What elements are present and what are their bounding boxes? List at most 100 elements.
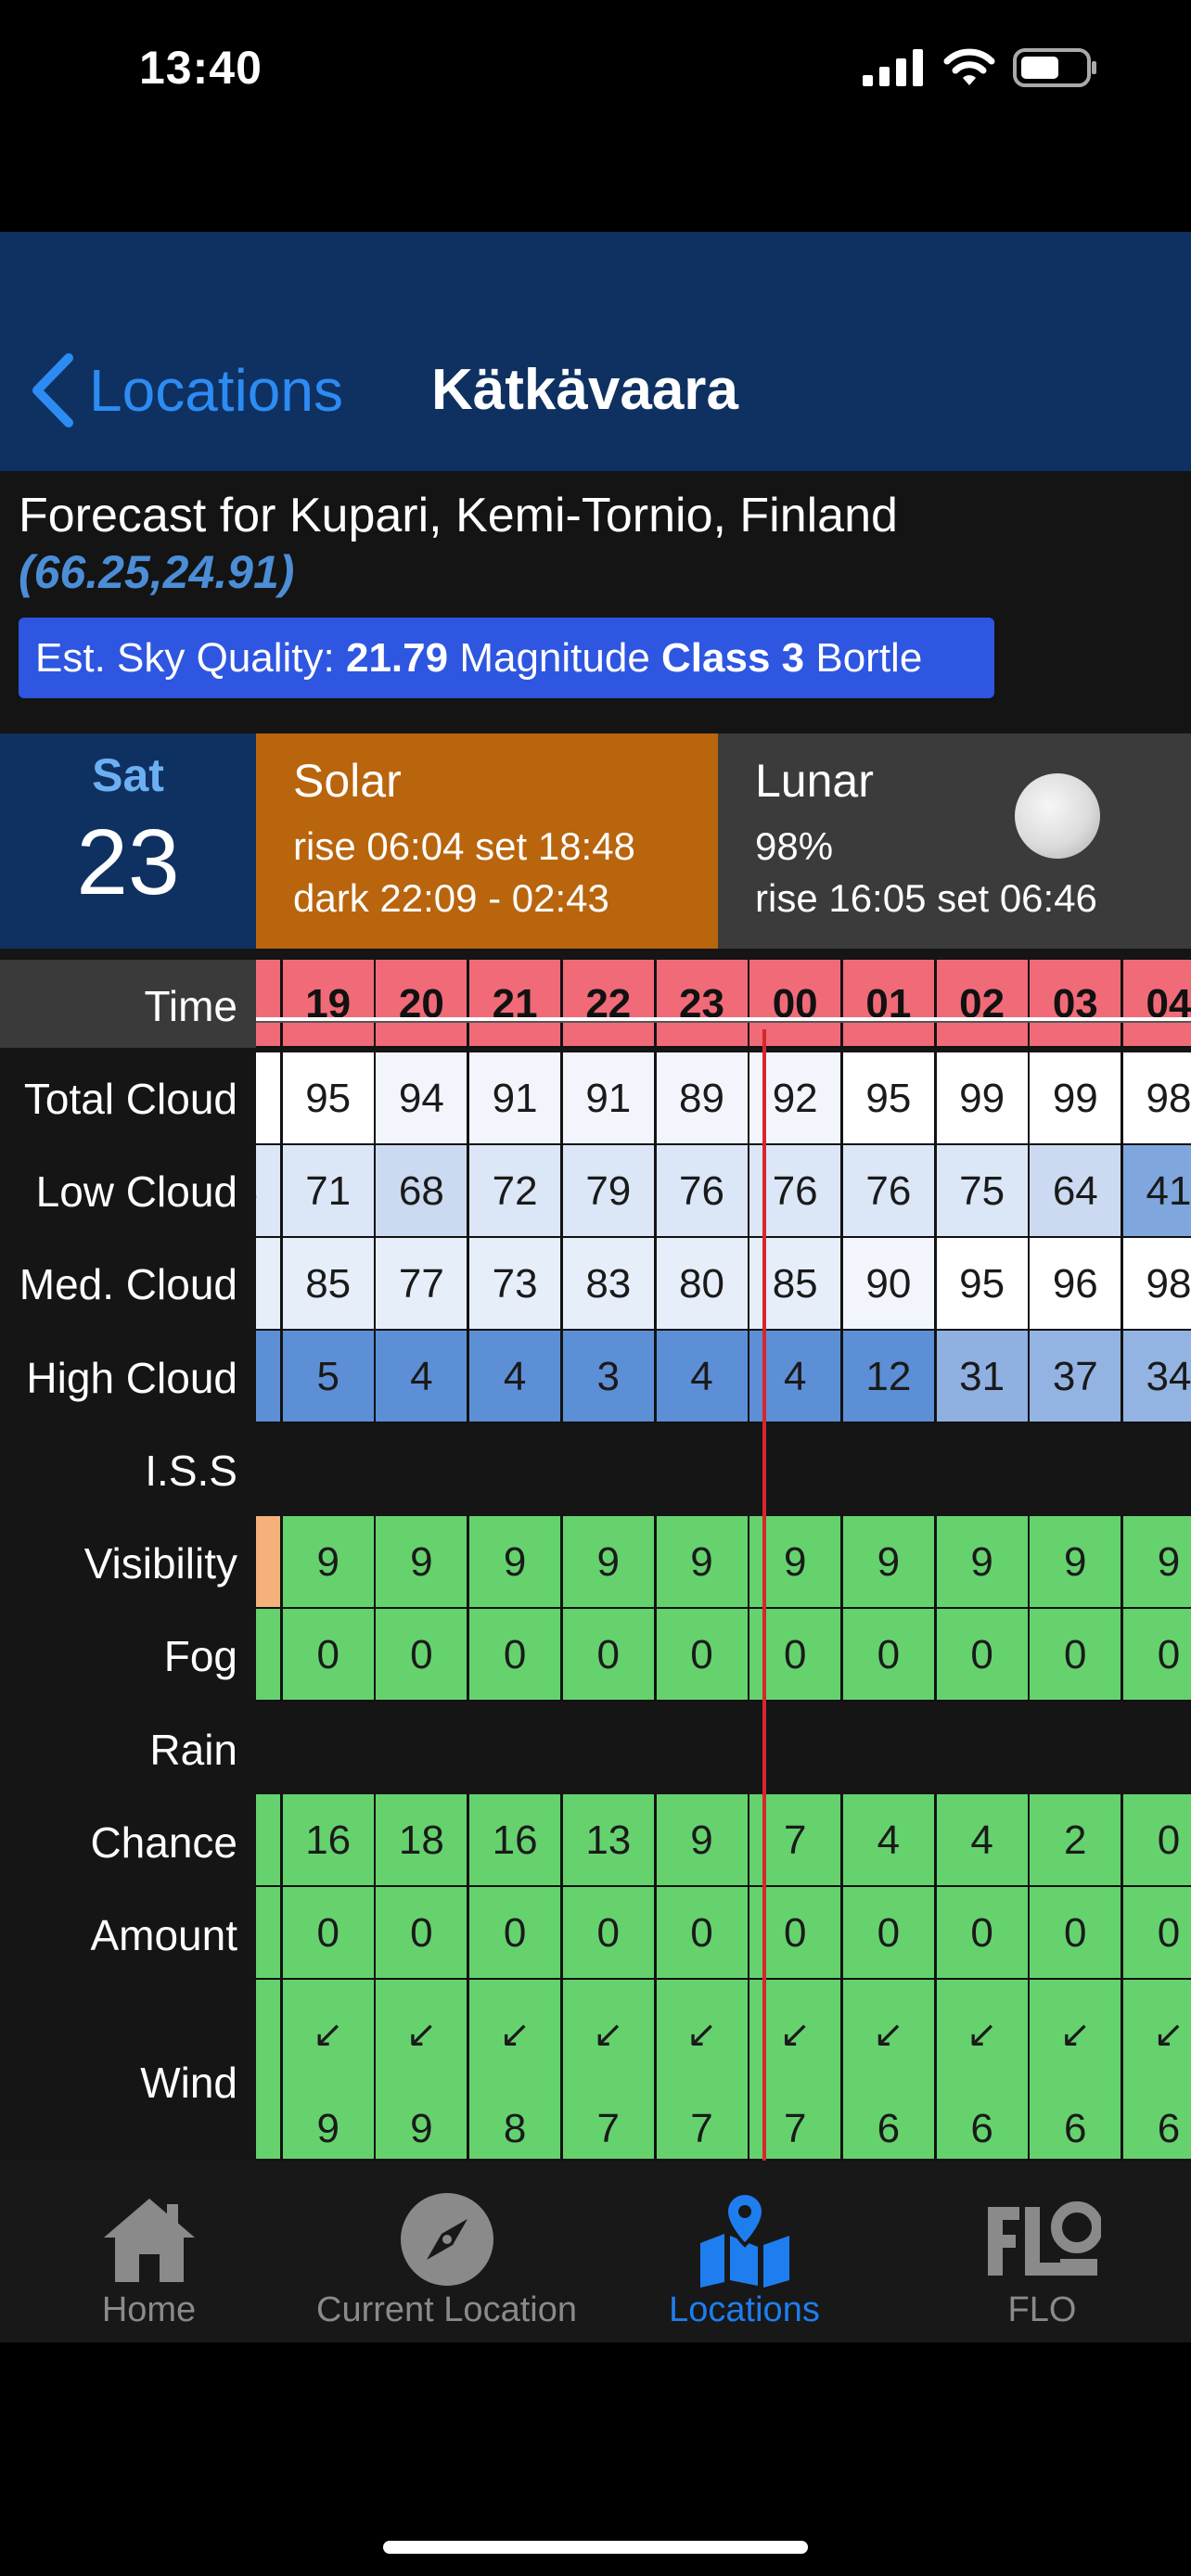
wind-speed: 6 — [877, 2106, 901, 2151]
tab-flo[interactable]: FLO — [893, 2161, 1191, 2342]
amount-cell: 0 — [1030, 1887, 1123, 1980]
back-label: Locations — [89, 357, 343, 424]
hour-column: 21 91 72 73 4 9 0 16 0 ↙ 8 — [469, 949, 563, 2161]
sky-magnitude-label: Magnitude — [448, 635, 662, 681]
battery-icon — [1013, 48, 1096, 87]
high-cloud-cell: 4 — [656, 1331, 749, 1423]
wind-cell: ↙ 7 — [562, 1980, 656, 2161]
med-cloud-cell: 90 — [842, 1238, 936, 1331]
low-cloud-cell: 74 — [256, 1145, 282, 1238]
wind-speed: 9 — [316, 2106, 339, 2151]
amount-cell: 0 — [656, 1887, 749, 1980]
total-cloud-cell: 89 — [656, 1052, 749, 1145]
map-pin-icon — [699, 2191, 789, 2288]
fog-cell: 0 — [469, 1609, 563, 1702]
tab-home[interactable]: Home — [0, 2161, 298, 2342]
wind-direction-icon: ↙ — [966, 2014, 998, 2055]
high-cloud-cell: 4 — [469, 1331, 563, 1423]
flo-icon — [987, 2201, 1101, 2276]
vis-cell: 9 — [656, 1516, 749, 1609]
wind-cell: ↙ 8 — [469, 1980, 563, 2161]
day-name: Sat — [92, 749, 164, 801]
row-label-high-cloud: High Cloud — [26, 1354, 237, 1402]
home-icon — [103, 2199, 195, 2282]
low-cloud-cell: 75 — [936, 1145, 1030, 1238]
solar-rise-set: rise 06:04 set 18:48 — [293, 824, 635, 868]
chance-cell: 16 — [469, 1794, 563, 1887]
tab-current-location[interactable]: Current Location — [298, 2161, 596, 2342]
hour-column: 1899748505000↙0 — [256, 949, 282, 2161]
tab-current-location-label: Current Location — [316, 2290, 577, 2329]
time-cell: 22 — [562, 960, 656, 1048]
hour-column: 20 94 68 77 4 9 0 18 0 ↙ 9 — [376, 949, 469, 2161]
day-number: 23 — [76, 810, 180, 914]
amount-cell: 0 — [282, 1887, 376, 1980]
total-cloud-cell: 99 — [1030, 1052, 1123, 1145]
time-cell: 18 — [256, 960, 282, 1048]
fog-cell: 0 — [282, 1609, 376, 1702]
hour-column: 04 98 41 98 34 9 0 0 0 ↙ 6 — [1123, 949, 1191, 2161]
total-cloud-cell: 98 — [1123, 1052, 1191, 1145]
med-cloud-cell: 80 — [656, 1238, 749, 1331]
wind-cell: ↙ 9 — [282, 1980, 376, 2161]
chance-cell: 2 — [1030, 1794, 1123, 1887]
high-cloud-cell: 12 — [842, 1331, 936, 1423]
wind-direction-icon: ↙ — [405, 2014, 438, 2055]
page-title: Kätkävaara — [431, 358, 738, 422]
total-cloud-cell: 99 — [936, 1052, 1030, 1145]
low-cloud-cell: 41 — [1123, 1145, 1191, 1238]
solar-box: Solar rise 06:04 set 18:48 dark 22:09 - … — [256, 733, 718, 949]
amount-cell: 0 — [256, 1887, 282, 1980]
day-box: Sat 23 — [0, 733, 256, 949]
lunar-box: Lunar 98% rise 16:05 set 06:46 — [718, 733, 1191, 949]
med-cloud-cell: 77 — [376, 1238, 469, 1331]
hour-column: 02 99 75 95 31 9 0 4 0 ↙ 6 — [936, 949, 1030, 2161]
fog-cell: 0 — [1123, 1609, 1191, 1702]
row-label-rain: Rain — [149, 1726, 237, 1774]
total-cloud-cell: 94 — [376, 1052, 469, 1145]
tab-locations[interactable]: Locations — [596, 2161, 893, 2342]
low-cloud-cell: 64 — [1030, 1145, 1123, 1238]
status-time: 13:40 — [139, 42, 263, 94]
forecast-grid-area[interactable]: Time Total Cloud Low Cloud Med. Cloud Hi… — [0, 949, 1191, 2161]
total-cloud-cell: 91 — [562, 1052, 656, 1145]
back-button[interactable]: Locations — [28, 352, 343, 428]
wind-direction-icon: ↙ — [312, 2014, 344, 2055]
wind-direction-icon: ↙ — [1153, 2014, 1185, 2055]
row-label-wind: Wind — [140, 2059, 237, 2107]
midnight-marker — [762, 1029, 766, 2161]
solar-dark: dark 22:09 - 02:43 — [293, 876, 609, 920]
wind-cell: ↙ 9 — [376, 1980, 469, 2161]
row-label-low-cloud: Low Cloud — [35, 1167, 237, 1216]
vis-cell: 9 — [562, 1516, 656, 1609]
total-cloud-cell: 91 — [469, 1052, 563, 1145]
row-label-iss: I.S.S — [145, 1447, 237, 1495]
vis-cell: 9 — [842, 1516, 936, 1609]
wind-cell: ↙ 6 — [1123, 1980, 1191, 2161]
row-label-time: Time — [144, 982, 237, 1030]
lunar-illumination: 98% — [755, 824, 834, 868]
day-band: Sat 23 Solar rise 06:04 set 18:48 dark 2… — [0, 733, 1191, 949]
chance-cell: 0 — [1123, 1794, 1191, 1887]
wind-cell: ↙ 6 — [842, 1980, 936, 2161]
total-cloud-cell: 95 — [282, 1052, 376, 1145]
amount-cell: 0 — [936, 1887, 1030, 1980]
tab-flo-label: FLO — [1007, 2290, 1077, 2329]
hour-column: 01 95 76 90 12 9 0 4 0 ↙ 6 — [842, 949, 936, 2161]
moon-phase-icon — [1015, 773, 1100, 859]
wind-speed: 8 — [503, 2106, 527, 2151]
time-row-divider — [256, 1017, 1191, 1023]
time-cell: 23 — [656, 960, 749, 1048]
wind-cell: ↙ 6 — [1030, 1980, 1123, 2161]
sky-class-suffix: Bortle — [804, 635, 923, 681]
wind-speed: 7 — [596, 2106, 621, 2151]
low-cloud-cell: 76 — [842, 1145, 936, 1238]
amount-cell: 0 — [469, 1887, 563, 1980]
wind-direction-icon: ↙ — [1059, 2014, 1092, 2055]
tab-bar: Home Current Location Locations FLO — [0, 2161, 1191, 2342]
row-label-amount: Amount — [90, 1911, 237, 1959]
chevron-left-icon — [32, 353, 73, 427]
high-cloud-cell: 5 — [282, 1331, 376, 1423]
high-cloud-cell: 31 — [936, 1331, 1030, 1423]
amount-cell: 0 — [562, 1887, 656, 1980]
